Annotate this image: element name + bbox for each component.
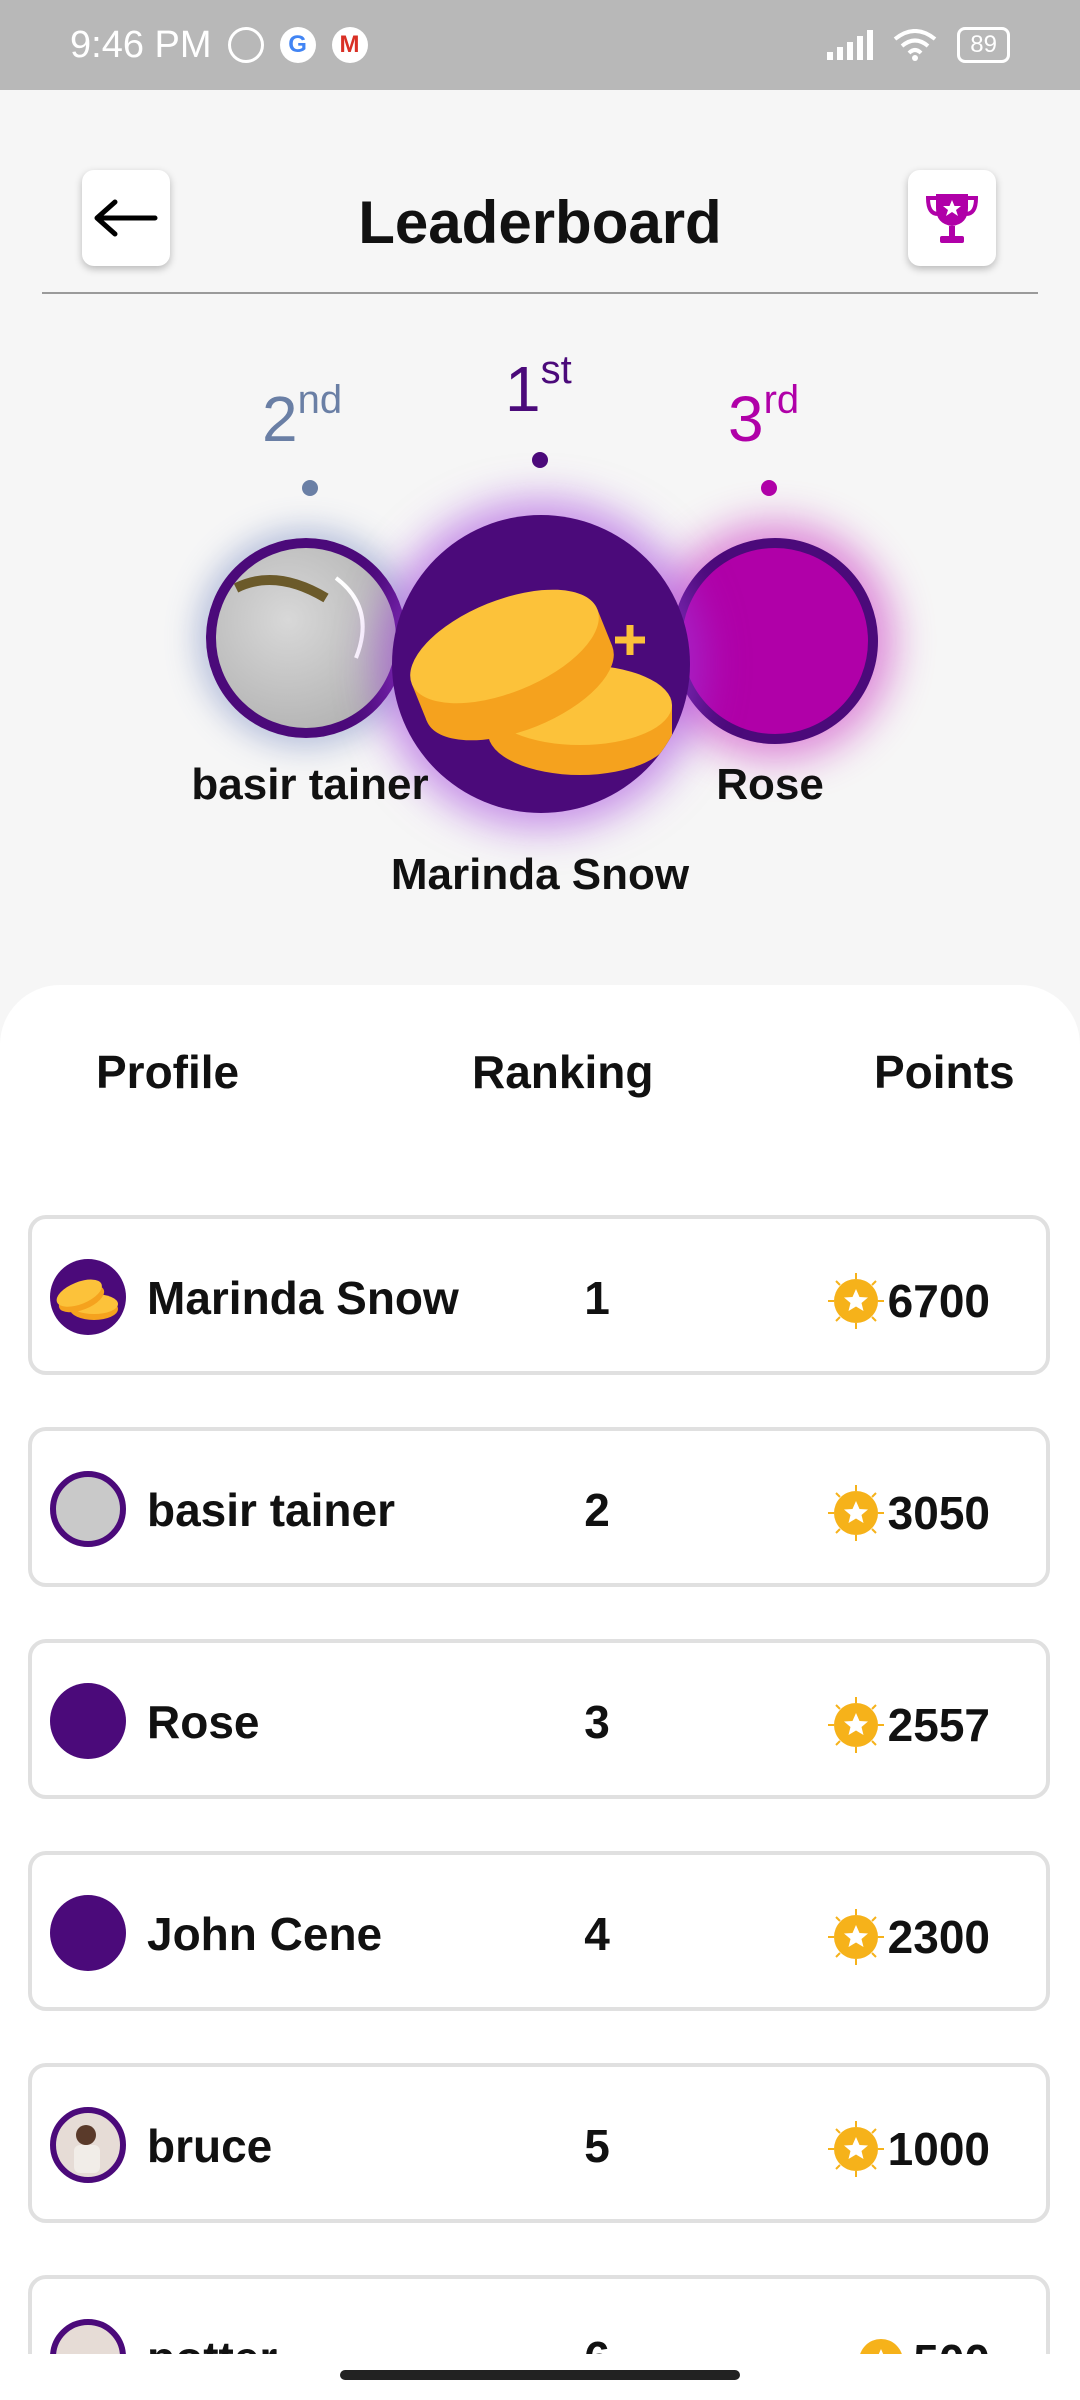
star-coin-icon	[827, 1909, 884, 1965]
row-avatar	[50, 2319, 126, 2354]
signal-icon	[827, 30, 874, 60]
column-header-ranking: Ranking	[472, 1046, 654, 1098]
third-place-name: Rose	[716, 760, 824, 809]
first-place-avatar[interactable]	[392, 515, 690, 813]
third-place-suffix: rd	[763, 378, 800, 422]
table-row[interactable]: Rose 3 2557	[28, 1639, 1050, 1799]
row-rank: 3	[584, 1696, 610, 1748]
person-photo	[74, 2125, 100, 2173]
row-points-value: 2300	[887, 1911, 990, 1963]
row-points-value: 6700	[887, 1275, 990, 1327]
row-rank: 1	[584, 1272, 610, 1324]
row-points: 500	[851, 2331, 990, 2354]
row-points: 2300	[826, 1907, 990, 1967]
second-place-name: basir tainer	[191, 760, 429, 809]
row-points-value: 500	[913, 2334, 990, 2354]
row-points: 3050	[826, 1483, 990, 1543]
second-place-number: 2	[262, 383, 298, 455]
trophy-button[interactable]	[908, 170, 996, 266]
row-name: Rose	[147, 1696, 260, 1748]
row-name: John Cene	[147, 1908, 383, 1960]
coins-icon	[56, 1279, 118, 1320]
gmail-icon: M	[331, 27, 368, 63]
list-clip: potter 6 500	[0, 2270, 1080, 2354]
second-place-dot	[302, 480, 318, 496]
first-place-number: 1	[505, 353, 541, 425]
top-bar: Leaderboard	[0, 90, 1080, 295]
row-points: 1000	[826, 2119, 990, 2179]
row-name: bruce	[147, 2120, 273, 2172]
row-points: 6700	[826, 1271, 990, 1331]
third-place-label: 3rd	[728, 378, 799, 456]
row-points-value: 2557	[887, 1699, 990, 1751]
alarm-icon	[227, 27, 264, 63]
google-icon: G	[279, 27, 316, 63]
row-avatar	[50, 2107, 126, 2183]
star-coin-icon	[827, 1273, 884, 1329]
row-name: potter	[147, 2331, 277, 2354]
third-place-number: 3	[728, 383, 764, 455]
column-header-profile: Profile	[96, 1046, 240, 1098]
third-place-avatar[interactable]	[672, 538, 878, 744]
status-right: 89	[827, 27, 1010, 63]
status-bar: 9:46 PM G M 89	[0, 0, 1080, 90]
row-rank: 6	[557, 2331, 637, 2354]
trophy-icon	[926, 194, 978, 243]
row-points: 2557	[826, 1695, 990, 1755]
header-divider	[42, 292, 1038, 294]
row-name: Marinda Snow	[147, 1272, 459, 1324]
row-rank: 5	[584, 2120, 610, 2172]
battery-indicator: 89	[957, 27, 1010, 63]
row-avatar	[50, 1259, 126, 1335]
wifi-icon	[894, 29, 937, 61]
second-place-suffix: nd	[297, 378, 343, 422]
first-place-suffix: st	[540, 348, 572, 392]
row-rank: 4	[584, 1908, 610, 1960]
second-place-avatar[interactable]	[206, 538, 406, 738]
first-place-dot	[532, 452, 548, 468]
star-coin-icon	[827, 2121, 884, 2177]
star-coin-icon	[827, 1485, 884, 1541]
row-avatar	[50, 1471, 126, 1547]
third-place-dot	[761, 480, 777, 496]
star-coin-icon	[860, 2339, 903, 2354]
row-avatar	[50, 1683, 126, 1759]
table-row[interactable]: Marinda Snow 1 6700	[28, 1215, 1050, 1375]
column-header-points: Points	[874, 1046, 1015, 1098]
first-place-label: 1st	[505, 348, 572, 426]
first-place-name: Marinda Snow	[390, 850, 690, 899]
home-indicator[interactable]	[340, 2370, 740, 2380]
row-points-value: 1000	[887, 2123, 990, 2175]
status-time: 9:46 PM	[70, 23, 212, 66]
row-avatar	[50, 1895, 126, 1971]
row-rank: 2	[584, 1484, 610, 1536]
star-coin-icon	[827, 1697, 884, 1753]
status-left: 9:46 PM G M	[70, 24, 368, 67]
photo-thumbnail	[233, 575, 365, 659]
table-row[interactable]: basir tainer 2 3050	[28, 1427, 1050, 1587]
coins-icon	[410, 589, 672, 775]
table-row[interactable]: John Cene 4 2300	[28, 1851, 1050, 2011]
row-name: basir tainer	[147, 1484, 395, 1536]
table-row[interactable]: bruce 5 1000	[28, 2063, 1050, 2223]
row-points-value: 3050	[887, 1487, 990, 1539]
table-row[interactable]: potter 6 500	[28, 2275, 1050, 2354]
second-place-label: 2nd	[262, 378, 342, 456]
